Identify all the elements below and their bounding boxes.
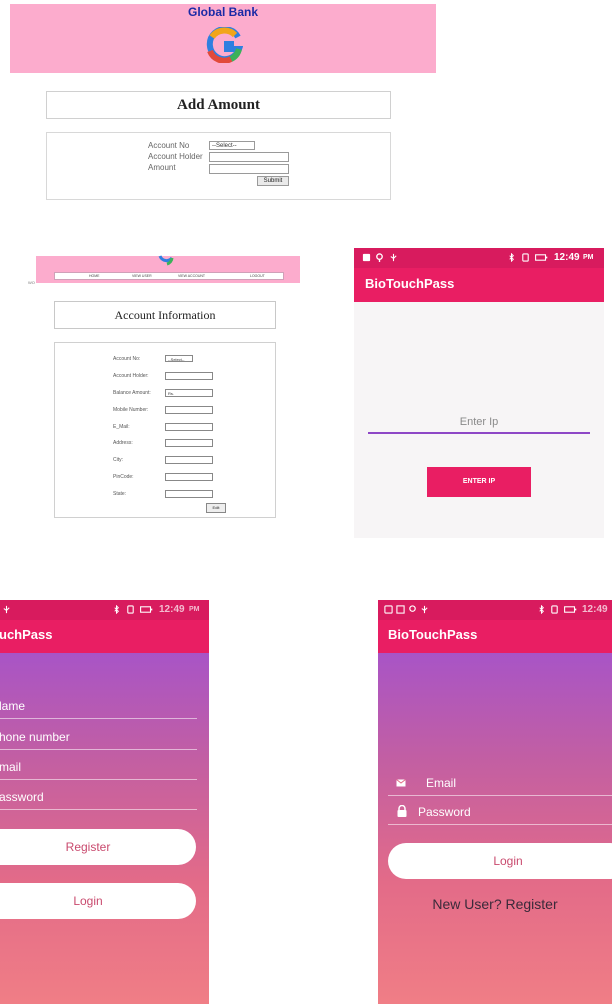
divider	[0, 749, 197, 750]
divider	[388, 824, 612, 825]
app-title: BioTouchPass	[388, 627, 478, 642]
nav-view-account[interactable]: VIEW ACCOUNT	[178, 273, 205, 279]
add-amount-title-box: Add Amount	[46, 91, 391, 119]
status-bar: 12:49 PM	[354, 248, 604, 268]
location-icon	[376, 253, 383, 262]
login-button[interactable]: Login	[0, 883, 196, 919]
status-bar: 12:49 PM	[0, 600, 209, 620]
pincode-input[interactable]	[165, 473, 213, 481]
status-bar: 12:49	[378, 600, 612, 620]
field-label: Account No:	[113, 356, 141, 362]
bank-logo-icon	[206, 27, 243, 63]
name-input[interactable]: lame	[0, 699, 25, 713]
amount-label: Amount	[148, 163, 176, 172]
nav-logout[interactable]: LOGOUT	[250, 273, 265, 279]
ip-placeholder: Enter Ip	[459, 416, 499, 428]
state-input[interactable]	[165, 490, 213, 498]
page-title: Add Amount	[177, 97, 260, 113]
field-label: Balance Amount:	[113, 390, 151, 396]
field-label: Account Holder:	[113, 373, 149, 379]
account-holder-input[interactable]	[209, 152, 289, 162]
register-link[interactable]: New User? Register	[378, 896, 612, 912]
usb-icon	[390, 253, 397, 262]
account-no-select[interactable]: --Select--	[209, 141, 255, 150]
bank-logo-icon	[158, 255, 174, 266]
email-input[interactable]	[165, 423, 213, 431]
field-label: E_Mail:	[113, 424, 130, 430]
email-icon	[396, 779, 406, 787]
vibrate-icon	[522, 253, 529, 262]
phone-enter-ip: 12:49 PM BioTouchPass Enter Ip ENTER IP	[354, 248, 604, 538]
add-amount-form: Account No --Select-- Account Holder Amo…	[46, 132, 391, 200]
nav-home[interactable]: HOME	[89, 273, 100, 279]
account-info-header: HOME VIEW USER VIEW ACCOUNT LOGOUT	[36, 255, 300, 283]
app-bar: uchPass	[0, 620, 209, 653]
lock-icon	[397, 805, 407, 817]
account-holder-input[interactable]	[165, 372, 213, 380]
account-no-select[interactable]: --Select--	[165, 355, 193, 362]
vibrate-icon	[551, 605, 558, 614]
app-title: BioTouchPass	[365, 276, 455, 291]
status-time-suffix: PM	[189, 606, 200, 613]
amount-input[interactable]	[209, 164, 289, 174]
bluetooth-icon	[114, 605, 120, 614]
edit-button[interactable]: Edit	[206, 503, 226, 513]
account-holder-label: Account Holder	[148, 152, 203, 161]
image-icon	[396, 605, 405, 614]
usb-icon	[421, 605, 428, 614]
battery-icon	[564, 606, 577, 613]
email-input[interactable]: Email	[426, 776, 456, 790]
submit-button[interactable]: Submit	[257, 176, 289, 186]
divider	[0, 809, 197, 810]
vibrate-icon	[127, 605, 134, 614]
login-button[interactable]: Login	[388, 843, 612, 879]
register-button[interactable]: Register	[0, 829, 196, 865]
app-bar: BioTouchPass	[354, 268, 604, 302]
battery-icon	[140, 606, 153, 613]
password-input[interactable]: Password	[418, 805, 471, 819]
notification-icon	[362, 253, 371, 262]
divider	[0, 718, 197, 719]
notification-icon	[384, 605, 393, 614]
password-input[interactable]: assword	[0, 790, 44, 804]
phone-register: 12:49 PM uchPass lame hone number mail a…	[0, 600, 209, 1004]
field-label: Address:	[113, 440, 133, 446]
phone-input[interactable]: hone number	[0, 730, 70, 744]
bluetooth-icon	[509, 253, 515, 262]
field-label: State:	[113, 491, 127, 497]
field-label: PinCode:	[113, 474, 134, 480]
app-bar: BioTouchPass	[378, 620, 612, 653]
nav-bar: HOME VIEW USER VIEW ACCOUNT LOGOUT	[54, 272, 284, 280]
email-input[interactable]: mail	[0, 760, 21, 774]
usb-icon	[3, 605, 10, 614]
bank-title: Global Bank	[187, 5, 258, 19]
status-time-suffix: PM	[583, 254, 594, 261]
balance-amount-input[interactable]: Rs.	[165, 389, 213, 397]
status-time: 12:49	[159, 604, 185, 615]
divider	[0, 779, 197, 780]
status-time: 12:49	[554, 252, 580, 263]
field-label: City:	[113, 457, 123, 463]
page-title: Account Information	[114, 308, 216, 322]
field-label: Mobile Number:	[113, 407, 149, 413]
bank-header: Global Bank	[10, 4, 436, 73]
bluetooth-icon	[539, 605, 545, 614]
enter-ip-button[interactable]: ENTER IP	[427, 467, 531, 497]
account-info-title-box: Account Information	[54, 301, 276, 329]
location-icon	[409, 605, 416, 612]
side-text: WO	[28, 280, 35, 285]
battery-icon	[535, 254, 548, 261]
divider	[388, 795, 612, 796]
address-input[interactable]	[165, 439, 213, 447]
account-info-form: Account No: --Select-- Account Holder: B…	[54, 342, 276, 518]
account-no-label: Account No	[148, 141, 190, 150]
nav-view-user[interactable]: VIEW USER	[132, 273, 152, 279]
phone-login: 12:49 BioTouchPass Email Password Login …	[378, 600, 612, 1004]
ip-input[interactable]: Enter Ip	[368, 416, 590, 434]
app-title: uchPass	[0, 627, 53, 642]
city-input[interactable]	[165, 456, 213, 464]
mobile-number-input[interactable]	[165, 406, 213, 414]
status-time: 12:49	[582, 604, 608, 615]
